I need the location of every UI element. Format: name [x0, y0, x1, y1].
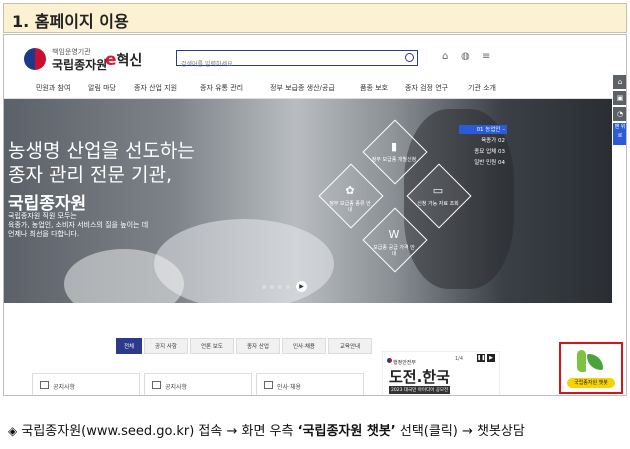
- nav-civil[interactable]: 민원과 참여: [36, 83, 70, 93]
- home-icon[interactable]: ⌂: [442, 51, 448, 62]
- caption-bold: ‘국립종자원 챗봇’: [297, 424, 396, 439]
- nav-seed-supply[interactable]: 정부 보급종 생산/공급: [270, 83, 335, 93]
- document-icon: [264, 381, 273, 389]
- leaf-logo-icon: [587, 354, 603, 370]
- step-title: 1. 홈페이지 이용: [12, 12, 129, 31]
- website-screenshot: 책임운영기관 국립종자원 e혁신 ⌂ ◍ ≡ 민원과 참여 알림 마당 종자 산…: [3, 34, 627, 396]
- nav-industry[interactable]: 종자 산업 지원: [134, 83, 177, 93]
- search-box[interactable]: [176, 50, 418, 72]
- board-card-recruit[interactable]: 인사·채용: [256, 373, 364, 395]
- instruction-caption: ◈ 국립종자원(www.seed.go.kr) 접속 → 화면 우측 ‘국립종자…: [8, 420, 525, 439]
- monitor-icon: ▭: [432, 184, 444, 197]
- quick-chat-icon[interactable]: ◔: [613, 107, 626, 121]
- pagination-dot[interactable]: [262, 285, 266, 289]
- audience-general[interactable]: 일반 민원 04: [459, 158, 507, 167]
- tab-press[interactable]: 언론 보도: [190, 338, 234, 354]
- document-icon: ▮: [390, 140, 398, 153]
- main-navigation: 민원과 참여 알림 마당 종자 산업 지원 종자 유통 관리 정부 보급종 생산…: [4, 80, 612, 99]
- right-quick-bar: ⌂ ▣ ◔ 맨 위로: [613, 75, 626, 185]
- price-icon: W: [388, 228, 400, 241]
- government-emblem-icon[interactable]: [24, 48, 46, 70]
- card-label: 인사·채용: [277, 384, 301, 391]
- nav-distribution[interactable]: 종자 유통 관리: [200, 83, 243, 93]
- hero-banner: 농생명 산업을 선도하는 종자 관리 전문 기관, 국립종자원 국립종자원 직원…: [4, 99, 612, 303]
- chatbot-label: 국립종자원 챗봇: [567, 378, 615, 388]
- gov-emblem-icon: [387, 358, 392, 363]
- document-icon: [152, 381, 161, 389]
- leaf-logo-icon: [577, 350, 586, 372]
- card-label: 공지사항: [53, 384, 76, 391]
- board-card-notice-2[interactable]: 공지사항: [144, 373, 252, 395]
- hero-desc-3: 언제나 최선을 다합니다.: [8, 230, 80, 238]
- quick-data-lookup-label: 신청 가능 자료 조회: [417, 201, 459, 207]
- banner-org: 행정안전부: [393, 360, 417, 366]
- bullet-icon: ◈: [8, 424, 18, 438]
- card-label: 공지사항: [165, 384, 188, 391]
- banner-page-indicator: 1/4: [455, 356, 464, 362]
- logo-title[interactable]: 국립종자원: [52, 56, 107, 73]
- banner-subtitle: 2023 대국민 아이디어 공모전: [389, 386, 451, 394]
- tab-recruit[interactable]: 인사·채용: [282, 338, 326, 354]
- banner-pause-button[interactable]: ❚❚: [477, 354, 485, 362]
- pagination-dot[interactable]: [286, 285, 290, 289]
- e-innovation-logo[interactable]: e혁신: [105, 50, 142, 70]
- banner-next-button[interactable]: ▶: [487, 354, 495, 362]
- hero-headline-2: 종자 관리 전문 기관,: [8, 164, 172, 186]
- document-icon: [40, 381, 49, 389]
- nav-variety[interactable]: 품종 보호: [360, 83, 388, 93]
- pagination-dot[interactable]: [270, 285, 274, 289]
- audience-farmer[interactable]: 01 농업인 –: [459, 125, 507, 134]
- brand-e: e: [105, 50, 117, 70]
- banner-title: 도전.한국: [389, 368, 450, 386]
- search-input[interactable]: [177, 57, 400, 72]
- tab-notice[interactable]: 공지 사항: [144, 338, 188, 354]
- nav-notice[interactable]: 알림 마당: [88, 83, 116, 93]
- board-card-notice-1[interactable]: 공지사항: [32, 373, 140, 395]
- brand-text: 혁신: [116, 53, 143, 69]
- quick-price-label: 보급종 공급 가격 안내: [373, 245, 415, 257]
- quick-seed-types-label: 정부 보급종 종류 안내: [329, 201, 371, 213]
- pagination-dot[interactable]: [278, 285, 282, 289]
- tab-all[interactable]: 전체: [116, 338, 142, 354]
- nav-about[interactable]: 기관 소개: [468, 83, 496, 93]
- nav-research[interactable]: 종자 검정 연구: [405, 83, 448, 93]
- search-icon[interactable]: [405, 53, 414, 62]
- globe-icon[interactable]: ◍: [461, 51, 470, 62]
- caption-pre: 국립종자원(www.seed.go.kr) 접속 → 화면 우측: [21, 424, 298, 439]
- hero-headline-1: 농생명 산업을 선도하는: [8, 140, 195, 162]
- quick-qr-icon[interactable]: ▣: [613, 91, 626, 105]
- back-to-top-button[interactable]: 맨 위로: [613, 123, 626, 145]
- step-title-bar: 1. 홈페이지 이용: [3, 3, 627, 33]
- quick-seed-apply-label: 정부 보급종 개별신청: [371, 157, 417, 163]
- tab-industry[interactable]: 종자 산업: [236, 338, 280, 354]
- caption-post: 선택(클릭) → 챗봇상담: [395, 424, 525, 439]
- audience-seed-company[interactable]: 종묘 업체 03: [459, 147, 507, 156]
- chatbot-button[interactable]: 국립종자원 챗봇: [559, 342, 623, 394]
- hero-next-button[interactable]: ▶: [296, 281, 307, 292]
- menu-icon[interactable]: ≡: [482, 51, 490, 62]
- audience-breeder[interactable]: 육종가 02: [459, 136, 507, 145]
- quick-home-icon[interactable]: ⌂: [613, 75, 626, 89]
- certificate-icon: ✿: [345, 184, 355, 197]
- tab-education[interactable]: 교육안내: [328, 338, 372, 354]
- promo-banner[interactable]: 행정안전부 1/4 ❚❚ ▶ 도전.한국 2023 대국민 아이디어 공모전: [382, 351, 500, 395]
